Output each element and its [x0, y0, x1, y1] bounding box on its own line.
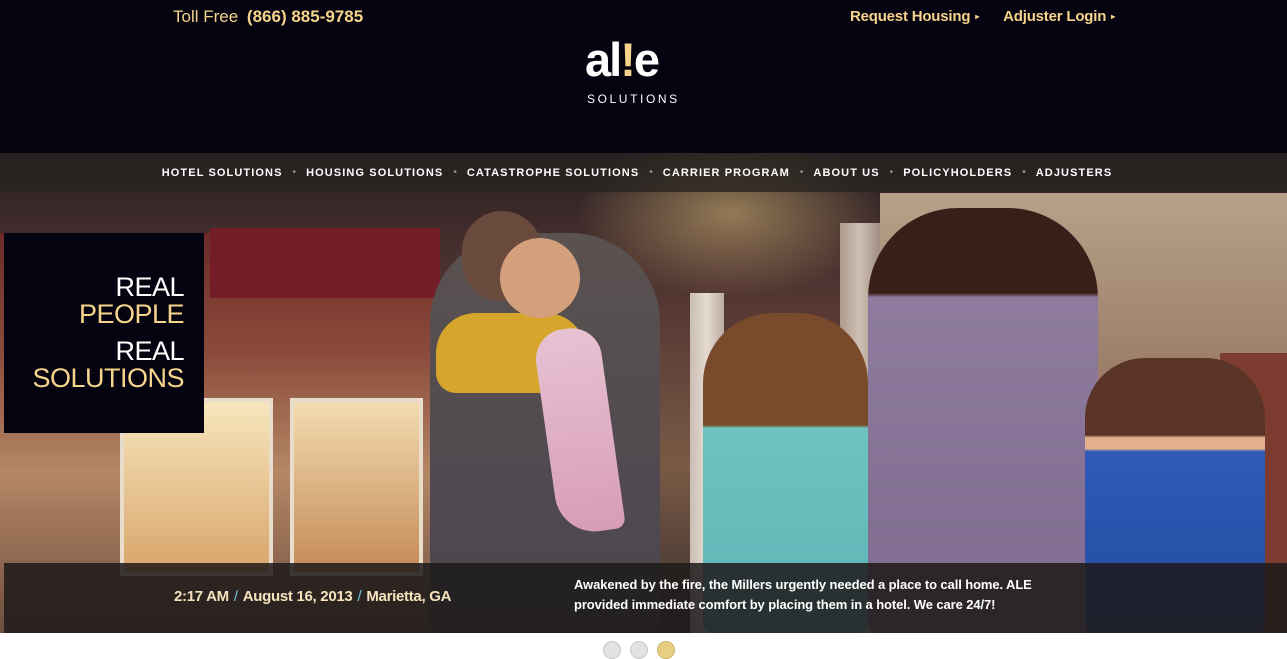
adjuster-login-link[interactable]: Adjuster Login ▸ — [1003, 8, 1115, 25]
toll-free: Toll Free (866) 885-9785 — [173, 7, 363, 27]
caption-location: Marietta, GA — [366, 588, 452, 605]
caption-separator: / — [357, 588, 362, 605]
nav-separator: • — [1022, 167, 1026, 178]
tagline-solutions: SOLUTIONS — [32, 363, 184, 393]
request-housing-label: Request Housing — [849, 8, 971, 25]
logo-wordmark: al!e — [585, 32, 660, 88]
nav-separator: • — [453, 167, 457, 178]
hero-photo-window — [290, 398, 423, 576]
hero-caption-bar: 2:17 AM / August 16, 2013/Marietta, GA Awa… — [4, 563, 1287, 633]
slider-dot-active[interactable] — [657, 641, 675, 659]
logo-text-e: e — [633, 33, 660, 86]
tagline-real: REAL — [115, 336, 184, 366]
request-housing-link[interactable]: Request Housing ▸ — [850, 8, 979, 25]
toll-free-number[interactable]: (866) 885-9785 — [247, 7, 363, 26]
arrow-right-icon: ▸ — [1111, 12, 1115, 21]
nav-hotel-solutions[interactable]: HOTEL SOLUTIONS — [162, 167, 283, 179]
logo-text-exclaim: ! — [620, 33, 636, 86]
nav-about-us[interactable]: ABOUT US — [813, 167, 879, 179]
logo-subtitle: SOLUTIONS — [587, 92, 680, 106]
hero-tagline-box: REAL PEOPLE REAL SOLUTIONS — [4, 233, 204, 433]
nav-catastrophe-solutions[interactable]: CATASTROPHE SOLUTIONS — [467, 167, 639, 179]
logo-text-al: al — [585, 33, 622, 86]
slider-dots — [603, 641, 675, 659]
nav-carrier-program[interactable]: CARRIER PROGRAM — [663, 167, 790, 179]
nav-housing-solutions[interactable]: HOUSING SOLUTIONS — [306, 167, 443, 179]
caption-meta: 2:17 AM / August 16, 2013/Marietta, GA — [174, 588, 451, 605]
tagline-people: PEOPLE — [78, 299, 185, 329]
nav-separator: • — [649, 167, 653, 178]
nav-adjusters[interactable]: ADJUSTERS — [1036, 167, 1113, 179]
hero-photo-roof — [210, 228, 440, 298]
arrow-right-icon: ▸ — [975, 12, 980, 21]
top-links: Request Housing ▸ Adjuster Login ▸ — [850, 8, 1115, 25]
ale-solutions-logo[interactable]: al!e SOLUTIONS — [585, 33, 687, 108]
adjuster-login-label: Adjuster Login — [1003, 8, 1107, 25]
caption-story: Awakened by the fire, the Millers urgent… — [574, 577, 1032, 612]
main-nav-items: HOTEL SOLUTIONS • HOUSING SOLUTIONS • CA… — [162, 167, 1113, 179]
caption-separator: / — [233, 588, 238, 605]
hero-photo-child-head — [500, 238, 580, 318]
nav-separator: • — [292, 167, 297, 178]
nav-separator: • — [799, 167, 804, 178]
tagline-real: REAL — [115, 272, 184, 302]
main-nav: HOTEL SOLUTIONS • HOUSING SOLUTIONS • CA… — [0, 153, 1287, 192]
caption-date: August 16, 2013 — [242, 588, 353, 605]
slider-dot[interactable] — [603, 641, 621, 659]
toll-free-label: Toll Free — [173, 7, 239, 26]
caption-time: 2:17 AM — [174, 588, 229, 605]
nav-policyholders[interactable]: POLICYHOLDERS — [903, 167, 1012, 179]
slider-dot[interactable] — [630, 641, 648, 659]
nav-separator: • — [889, 167, 894, 178]
site-header: Toll Free (866) 885-9785 Request Housing… — [0, 0, 1287, 153]
